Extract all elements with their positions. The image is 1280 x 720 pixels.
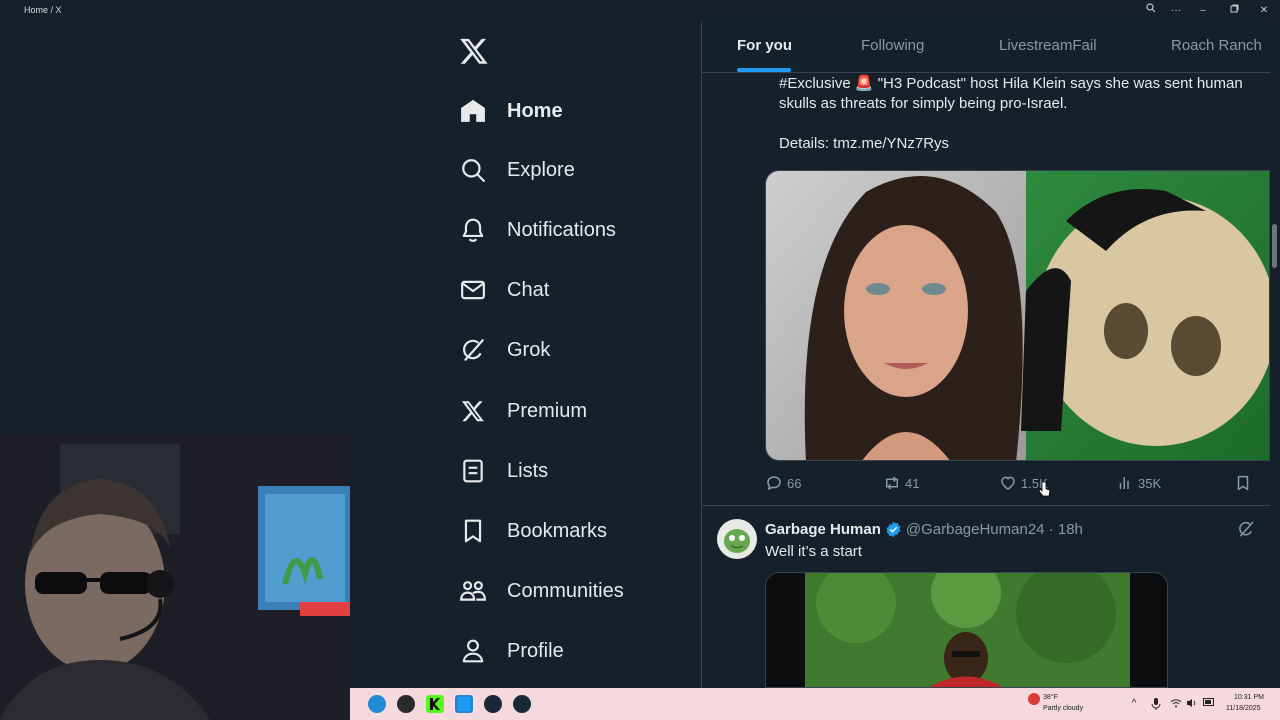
- battery-icon[interactable]: [1203, 698, 1215, 710]
- close-icon[interactable]: ✕: [1256, 3, 1272, 19]
- home-icon: [452, 96, 494, 126]
- reply-count: 66: [787, 475, 802, 491]
- obs-icon[interactable]: [397, 695, 415, 713]
- repost-count: 41: [905, 475, 920, 491]
- maximize-icon[interactable]: [1226, 3, 1242, 19]
- zoom-icon[interactable]: [1143, 3, 1159, 19]
- edge-icon[interactable]: [368, 695, 386, 713]
- repost-action[interactable]: 41: [882, 473, 919, 493]
- weather-desc: Partly cloudy: [1043, 705, 1084, 712]
- nav-premium[interactable]: Premium: [452, 388, 682, 434]
- nav-notifications-label: Notifications: [507, 218, 616, 241]
- steam-icon-2[interactable]: [513, 695, 531, 713]
- wifi-icon[interactable]: [1170, 698, 1182, 710]
- column-divider: [701, 22, 702, 688]
- minimize-icon[interactable]: –: [1195, 3, 1211, 19]
- nav-grok[interactable]: Grok: [452, 327, 682, 373]
- webcam-overlay: [0, 434, 350, 720]
- tweet-divider: [702, 505, 1280, 506]
- volume-icon[interactable]: [1186, 698, 1198, 710]
- clock-date: 11/18/2025: [1226, 705, 1261, 712]
- bookmark-action[interactable]: [1233, 473, 1256, 493]
- active-tab-indicator: [737, 68, 791, 72]
- window-titlebar: Home / X ··· – ✕: [0, 0, 1280, 22]
- mouse-cursor-icon: [1038, 481, 1051, 502]
- author-name[interactable]: Garbage Human: [765, 521, 881, 538]
- weather-icon[interactable]: [1028, 693, 1040, 705]
- weather-temp: 38°F: [1043, 694, 1058, 701]
- tweet-author-row: Garbage Human @GarbageHuman24 · 18h: [765, 519, 1083, 539]
- tweet-2-media-image[interactable]: [765, 572, 1168, 688]
- grok-icon: [452, 335, 494, 365]
- search-icon: [452, 155, 494, 185]
- kick-icon[interactable]: [426, 695, 444, 713]
- nav-chat[interactable]: Chat: [452, 267, 682, 313]
- x-logo-icon[interactable]: [459, 36, 489, 66]
- microphone-icon[interactable]: [1150, 698, 1162, 710]
- communities-icon: [452, 576, 494, 606]
- tab-roach-ranch[interactable]: Roach Ranch: [1171, 22, 1262, 72]
- views-icon: [1115, 473, 1135, 493]
- nav-communities[interactable]: Communities: [452, 568, 682, 614]
- heart-icon: [998, 473, 1018, 493]
- twitter-app-icon[interactable]: [455, 695, 473, 713]
- nav-chat-label: Chat: [507, 278, 550, 301]
- tab-for-you[interactable]: For you: [737, 22, 792, 72]
- timeline-tabs: For you Following LivestreamFail Roach R…: [702, 22, 1280, 73]
- screen: Home / X ··· – ✕ Home Explore Notificati…: [0, 0, 1280, 720]
- nav-lists[interactable]: Lists: [452, 448, 682, 494]
- nav-premium-label: Premium: [507, 399, 588, 422]
- reply-action[interactable]: 66: [764, 473, 801, 493]
- nav-explore[interactable]: Explore: [452, 147, 682, 193]
- nav-profile-label: Profile: [507, 639, 564, 662]
- nav-home-label: Home: [507, 99, 563, 122]
- tab-livestreamfail[interactable]: LivestreamFail: [999, 22, 1097, 72]
- tweet-media-image[interactable]: [765, 170, 1270, 461]
- nav-communities-label: Communities: [507, 579, 624, 602]
- author-handle[interactable]: @GarbageHuman24 · 18h: [906, 521, 1083, 538]
- nav-profile[interactable]: Profile: [452, 628, 682, 674]
- tweet-details-link[interactable]: Details: tmz.me/YNz7Rys: [779, 134, 949, 154]
- views-count: 35K: [1138, 475, 1162, 491]
- scrollbar-thumb[interactable]: [1272, 224, 1277, 268]
- profile-icon: [452, 636, 494, 666]
- nav-notifications[interactable]: Notifications: [452, 207, 682, 253]
- clock-time: 10:31 PM: [1234, 694, 1264, 701]
- bookmark-icon: [452, 516, 494, 546]
- views-action[interactable]: 35K: [1115, 473, 1161, 493]
- list-icon: [452, 456, 494, 486]
- grok-icon[interactable]: [1237, 520, 1255, 543]
- nav-grok-label: Grok: [507, 338, 551, 361]
- bookmark-icon: [1233, 473, 1253, 493]
- scrollbar[interactable]: [1270, 22, 1280, 688]
- chevron-up-icon[interactable]: ^: [1128, 698, 1140, 710]
- nav-bookmarks[interactable]: Bookmarks: [452, 508, 682, 554]
- more-icon[interactable]: ···: [1168, 3, 1184, 19]
- window-title: Home / X: [24, 5, 62, 15]
- nav-lists-label: Lists: [507, 459, 549, 482]
- avatar[interactable]: [717, 519, 757, 559]
- reply-icon: [764, 473, 784, 493]
- tweet-2-text: Well it’s a start: [765, 543, 862, 560]
- steam-icon[interactable]: [484, 695, 502, 713]
- nav-bookmarks-label: Bookmarks: [507, 519, 608, 542]
- nav-home[interactable]: Home: [452, 88, 682, 134]
- bell-icon: [452, 215, 494, 245]
- verified-badge-icon: [885, 521, 902, 538]
- repost-icon: [882, 473, 902, 493]
- tweet-text-line-1: #Exclusive 🚨 "H3 Podcast" host Hila Klei…: [779, 75, 1243, 92]
- mail-icon: [452, 275, 494, 305]
- x-premium-icon: [452, 396, 494, 426]
- nav-explore-label: Explore: [507, 158, 575, 181]
- tweet-text-line-2: skulls as threats for simply being pro-I…: [779, 95, 1068, 112]
- tab-following[interactable]: Following: [861, 22, 924, 72]
